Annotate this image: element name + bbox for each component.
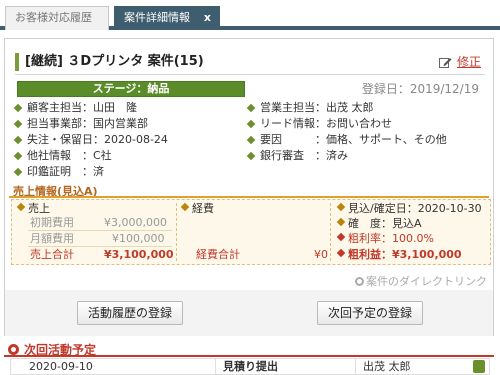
expense-total-label: 経費合計 <box>196 248 240 261</box>
initial-cost-label: 初期費用 <box>30 216 74 229</box>
stage-badge: ステージ：納品 <box>17 81 245 97</box>
edit-label: 修正 <box>456 55 481 69</box>
cell-separator <box>215 359 216 374</box>
cell-separator <box>355 359 356 374</box>
action-bar: 活動履歴の登録 次回予定の登録 <box>4 290 494 336</box>
column-separator <box>176 203 177 261</box>
field-factor: 要因 ：価格、サポート、その他 <box>246 133 447 147</box>
register-activity-button[interactable]: 活動履歴の登録 <box>77 301 184 325</box>
activity-task: 見積り提出 <box>223 360 278 373</box>
register-plan-button[interactable]: 次回予定の登録 <box>317 301 424 325</box>
certainty: 確 度：見込A <box>348 217 422 230</box>
header-divider <box>15 74 485 75</box>
target-icon <box>8 344 19 355</box>
sales-info-box: 売上 初期費用 ¥3,000,000 月額費用 ¥100,000 売上合計 ¥3… <box>11 199 491 265</box>
field-lost-date: 失注・保留日：2020-08-24 <box>13 133 168 147</box>
field-bank-review: 銀行審査 ：済み <box>246 149 348 163</box>
field-competitor: 他社情報 ：C社 <box>13 149 112 163</box>
tab-customer-history-label: お客様対応履歴 <box>15 11 92 24</box>
sales-total-label: 売上合計 <box>30 248 74 261</box>
field-customer-owner: 顧客主担当：山田 隆 <box>13 101 137 115</box>
deal-direct-link[interactable]: 案件のダイレクトリンク <box>355 273 487 289</box>
gross-profit: 粗利益：¥3,100,000 <box>348 248 462 261</box>
initial-cost-value: ¥3,000,000 <box>104 216 167 229</box>
sales-divider <box>9 196 489 198</box>
header-accent-bar <box>15 53 19 71</box>
link-icon <box>355 277 364 286</box>
activity-owner: 出茂 太郎 <box>363 360 411 373</box>
tab-bar: お客様対応履歴 案件詳細情報 x <box>0 0 500 30</box>
tab-deal-detail-label: 案件詳細情報 <box>124 11 190 24</box>
close-icon[interactable]: x <box>204 7 211 29</box>
tab-deal-detail[interactable]: 案件詳細情報 x <box>114 6 220 30</box>
field-department: 担当事業部：国内営業部 <box>13 117 148 131</box>
registered-date: 登録日：2019/12/19 <box>361 82 479 96</box>
activity-date: 2020-09-10 <box>29 360 93 373</box>
deal-header: [継続] ３Dプリンタ 案件(15) 修正 <box>15 53 485 71</box>
tab-customer-history[interactable]: お客様対応履歴 <box>5 6 109 30</box>
monthly-cost-label: 月額費用 <box>30 232 74 245</box>
next-activity-divider <box>4 355 494 357</box>
detail-icon[interactable] <box>473 360 485 373</box>
expense-label: 経費 <box>192 202 214 215</box>
margin-rate: 粗利率：100.0% <box>348 232 434 245</box>
sales-total-value: ¥3,100,000 <box>104 248 174 261</box>
edit-link[interactable]: 修正 <box>438 54 481 70</box>
row-divider <box>28 246 172 247</box>
expense-total-value: ¥0 <box>314 248 328 261</box>
forecast-date: 見込/確定日：2020-10-30 <box>348 202 482 215</box>
monthly-cost-value: ¥100,000 <box>112 232 165 245</box>
row-divider <box>28 230 172 231</box>
pencil-icon <box>438 58 452 68</box>
direct-link-label: 案件のダイレクトリンク <box>366 275 487 288</box>
revenue-label: 売上 <box>28 202 50 215</box>
deal-card: [継続] ３Dプリンタ 案件(15) 修正 ステージ：納品 登録日：2019/1… <box>4 38 494 298</box>
table-row[interactable]: 2020-09-10 見積り提出 出茂 太郎 <box>10 358 490 375</box>
field-seal-certificate: 印鑑証明 ：済 <box>13 165 104 179</box>
field-sales-owner: 営業主担当：出茂 太郎 <box>246 101 374 115</box>
column-separator <box>330 203 331 261</box>
deal-title: [継続] ３Dプリンタ 案件(15) <box>25 54 204 69</box>
field-lead-info: リード情報：お問い合わせ <box>246 117 392 131</box>
